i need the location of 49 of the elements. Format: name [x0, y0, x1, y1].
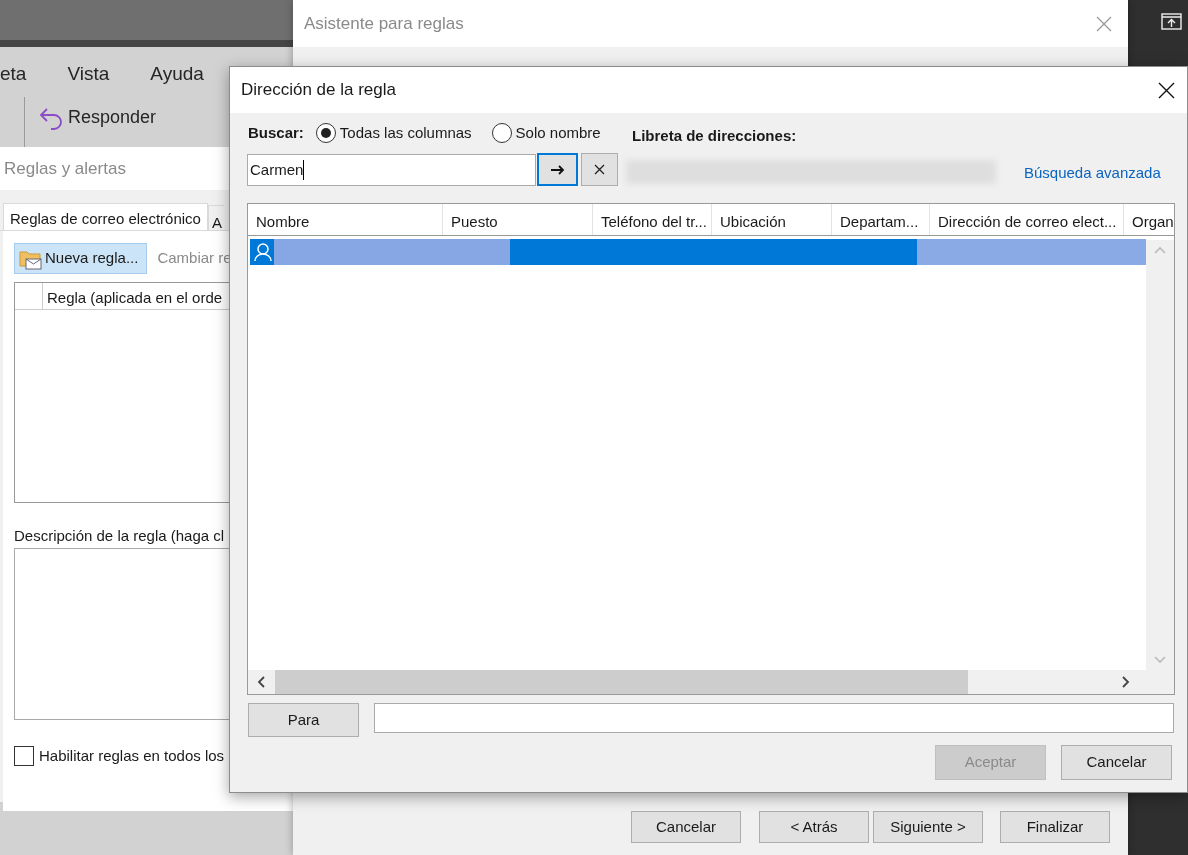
column-header[interactable]: Puesto — [443, 204, 593, 235]
description-label: Descripción de la regla (haga cl — [14, 526, 225, 546]
wizard-button[interactable]: Finalizar — [1000, 811, 1110, 843]
menu-item[interactable]: Ayuda — [150, 60, 204, 89]
column-header[interactable]: Ubicación — [712, 204, 832, 235]
table-row[interactable] — [250, 239, 1146, 265]
radio-button[interactable] — [491, 123, 512, 144]
column-header[interactable]: Regla (aplicada en el orde — [43, 283, 223, 309]
scroll-up-icon[interactable] — [1154, 246, 1166, 254]
search-label: Buscar: — [248, 123, 304, 143]
dialog-title: Dirección de la regla — [241, 79, 396, 102]
close-icon[interactable] — [1158, 81, 1175, 99]
checkbox-label: Habilitar reglas en todos los — [39, 746, 225, 766]
checkbox[interactable] — [14, 746, 34, 767]
arrow-right-icon — [550, 164, 565, 175]
toolbar-button[interactable]: Nueva regla... — [14, 243, 148, 274]
scrollbar-thumb[interactable] — [275, 670, 968, 694]
to-button[interactable]: Para — [248, 703, 359, 737]
wizard-button[interactable]: Siguiente > — [873, 811, 983, 843]
recipient-field[interactable] — [374, 703, 1174, 733]
search-field[interactable]: Carmen — [247, 154, 536, 186]
column-header[interactable]: Teléfono del tr... — [593, 204, 712, 235]
window-title: Reglas y alertas — [4, 157, 126, 180]
radio-label: Todas las columnas — [339, 123, 472, 143]
scroll-down-icon[interactable] — [1154, 656, 1166, 664]
advanced-search-link[interactable]: Búsqueda avanzada — [1024, 162, 1161, 185]
tab[interactable]: Reglas de correo electrónico — [3, 203, 208, 230]
go-button[interactable] — [537, 153, 578, 186]
scroll-left-icon[interactable] — [257, 676, 265, 688]
wizard-button[interactable]: Cancelar — [631, 811, 741, 843]
horizontal-scrollbar[interactable] — [248, 670, 1174, 694]
scroll-right-icon[interactable] — [1122, 676, 1130, 688]
column-header[interactable]: Departam... — [832, 204, 930, 235]
menu-item[interactable]: Vista — [67, 60, 110, 89]
address-book-label: Libreta de direcciones: — [632, 126, 797, 146]
column-header[interactable]: Organ — [1124, 204, 1174, 235]
reply-button[interactable]: Responder — [38, 104, 157, 131]
radio-label: Solo nombre — [515, 123, 601, 143]
wizard-button[interactable]: < Atrás — [759, 811, 869, 843]
close-icon — [594, 164, 605, 175]
column-header[interactable]: Nombre — [248, 204, 443, 235]
dialog-button[interactable]: Cancelar — [1061, 745, 1172, 780]
column-header[interactable]: Dirección de correo elect... — [930, 204, 1124, 235]
vertical-scrollbar[interactable] — [1146, 240, 1174, 670]
person-icon — [253, 242, 273, 262]
menu-item[interactable]: eta — [0, 60, 27, 89]
window-icon[interactable] — [1161, 13, 1182, 30]
radio-button[interactable] — [315, 123, 336, 144]
window-title: Asistente para reglas — [304, 12, 464, 35]
